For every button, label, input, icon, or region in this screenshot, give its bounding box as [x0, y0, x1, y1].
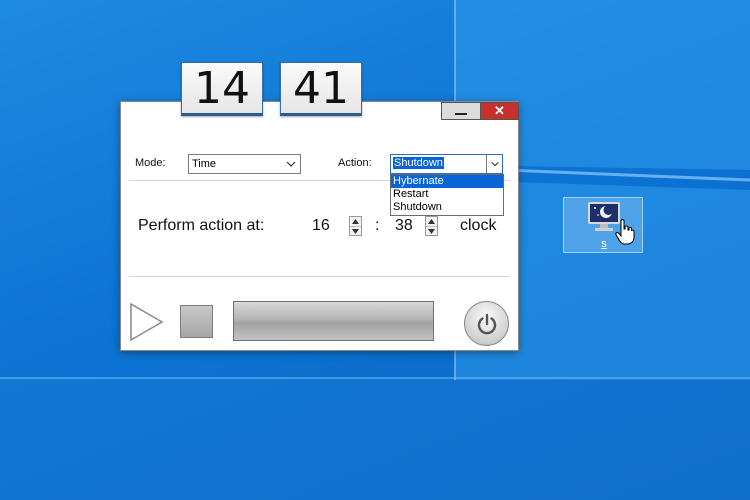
- shutdown-timer-window: ✕ Mode: Time Action: Shutdown Hybernate …: [120, 101, 519, 351]
- spin-down-icon[interactable]: [350, 226, 361, 236]
- play-icon: [130, 302, 164, 342]
- power-icon: [477, 313, 496, 334]
- time-separator: :: [375, 217, 380, 234]
- action-select[interactable]: Shutdown: [390, 154, 503, 174]
- minute-value[interactable]: 38: [395, 217, 413, 235]
- power-button[interactable]: [464, 301, 509, 346]
- hour-value[interactable]: 16: [312, 217, 330, 235]
- close-button[interactable]: ✕: [480, 102, 519, 120]
- spin-down-icon[interactable]: [426, 226, 437, 236]
- minimize-icon: [455, 113, 467, 115]
- mode-select[interactable]: Time: [188, 154, 301, 174]
- action-dropdown-button[interactable]: [486, 155, 502, 173]
- hand-cursor-icon: [615, 219, 635, 245]
- clock-suffix: clock: [460, 217, 497, 234]
- spin-up-icon[interactable]: [426, 217, 437, 226]
- clock-hours: 14: [181, 62, 263, 116]
- chevron-down-icon: [490, 161, 499, 167]
- hour-spinner[interactable]: [349, 216, 362, 236]
- mode-value: Time: [192, 158, 217, 170]
- action-value: Shutdown: [393, 157, 444, 169]
- action-dropdown-list: Hybernate Restart Shutdown: [390, 174, 504, 216]
- action-option-hybernate[interactable]: Hybernate: [391, 175, 503, 188]
- close-icon: ✕: [494, 103, 505, 118]
- minute-spinner[interactable]: [425, 216, 438, 236]
- spin-up-icon[interactable]: [350, 217, 361, 226]
- action-option-restart[interactable]: Restart: [391, 188, 503, 201]
- separator-bottom: [129, 276, 510, 277]
- mode-label: Mode:: [135, 157, 166, 169]
- action-option-shutdown[interactable]: Shutdown: [391, 201, 503, 214]
- action-label: Action:: [338, 157, 372, 169]
- perform-label: Perform action at:: [138, 217, 265, 234]
- stop-button[interactable]: [180, 305, 213, 338]
- minimize-button[interactable]: [441, 102, 481, 120]
- chevron-down-icon: [286, 161, 296, 167]
- clock-minutes: 41: [280, 62, 362, 116]
- play-button[interactable]: [129, 302, 165, 342]
- progress-bar: [233, 301, 434, 341]
